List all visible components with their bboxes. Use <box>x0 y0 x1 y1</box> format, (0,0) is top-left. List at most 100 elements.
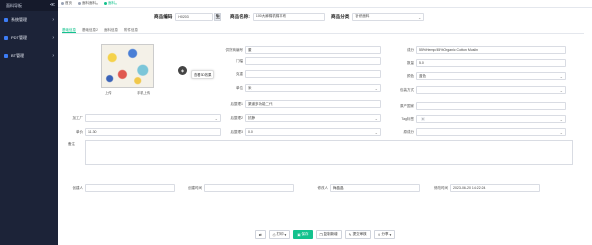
category-group: 商品分类 针织面料 ⌄ <box>331 12 425 21</box>
chevron-down-icon: ⌄ <box>374 130 378 135</box>
origin-input[interactable] <box>416 102 566 110</box>
process1-input[interactable]: 渠道多功能二代 <box>245 100 381 108</box>
code-input[interactable]: H0203 <box>175 12 214 21</box>
copy-new-button[interactable]: ❐ 复制新增 <box>315 230 342 239</box>
print-button[interactable]: ⎙ 打印 ▾ <box>268 230 291 239</box>
code-label: 商品编码 <box>154 13 173 19</box>
field-label: 单位 <box>236 85 243 90</box>
field-label: 原成分 <box>403 129 415 134</box>
chevron-down-icon: ⌄ <box>559 74 563 79</box>
sidebar-brand: 面料导板 ≪ <box>0 0 58 11</box>
field-label: 加工厂 <box>72 115 84 120</box>
field-price: 单价 11.30 <box>58 128 221 136</box>
field-label: 单价 <box>76 129 83 134</box>
name-input[interactable]: 100大麻棉机棉平布 <box>252 12 325 21</box>
tab-attachment[interactable]: 附件信息 <box>124 28 138 33</box>
ingredient-select[interactable]: ⌄ <box>416 128 566 136</box>
field-composition: 成分 55%Hemp/45%Organic Cotton Muslin <box>384 46 566 54</box>
code-group: 商品编码 H0203 生 <box>154 12 222 21</box>
doc-icon <box>104 2 108 5</box>
field-label: 修改人 <box>317 185 329 190</box>
creator-input[interactable] <box>85 184 175 192</box>
create-time-input[interactable] <box>204 184 294 192</box>
modifier-input[interactable]: 梅晶晶 <box>330 184 420 192</box>
price-input[interactable]: 11.30 <box>85 128 221 136</box>
generate-button[interactable]: 生 <box>214 12 222 21</box>
tab-basic2[interactable]: 基础信息2 <box>82 28 98 33</box>
field-modifier: 修改人 梅晶晶 <box>294 184 420 192</box>
print-label: 打印 <box>276 232 284 236</box>
submit-review-button[interactable]: ✎ 提交审核 <box>344 230 371 239</box>
field-create-time: 创建时间 <box>178 184 294 192</box>
tag-chip[interactable]: x <box>421 117 425 121</box>
sidebar-item-label: 系统管理 <box>11 17 27 22</box>
phone-upload-button[interactable]: 手机上传 <box>137 90 150 95</box>
tab-fabric-list[interactable]: 面料面料 × <box>78 1 98 6</box>
refresh-icon: ⇄ <box>258 232 262 237</box>
sidebar-item-bt[interactable]: BT管理 › <box>0 47 58 65</box>
field-label: 数量 <box>407 60 414 65</box>
packing-select[interactable]: ⌄ <box>416 86 566 94</box>
field-label: Tag标签 <box>401 116 414 121</box>
field-factory: 加工厂 ⌄ <box>58 114 221 122</box>
save-icon: ▣ <box>297 232 301 237</box>
sidebar-item-system[interactable]: 系统管理 › <box>0 11 58 29</box>
copy-icon: ❐ <box>319 232 323 237</box>
chevron-down-icon: ⌄ <box>559 130 563 135</box>
fabric-photo[interactable] <box>101 44 154 88</box>
tab-label: 首页 <box>65 1 72 5</box>
process2-value: 抗静 <box>248 115 255 120</box>
field-modify-time: 修改时间 2023-06-20 14:22:24 <box>424 184 540 192</box>
category-select[interactable]: 针织面料 ⌄ <box>352 12 425 21</box>
tag-select[interactable]: x ⌄ <box>416 115 566 123</box>
field-origin: 原产国家 <box>384 102 566 110</box>
field-label: 修改时间 <box>434 185 448 190</box>
tab-home[interactable]: 首页 <box>61 1 72 6</box>
field-color: 颜色 蓝色 ⌄ <box>384 72 566 80</box>
field-label: 门幅 <box>236 58 243 63</box>
3d-cube-icon[interactable]: ◈ <box>178 66 187 75</box>
chevron-right-icon: › <box>52 35 54 41</box>
width-input[interactable] <box>245 57 381 65</box>
tab-label: 面料 <box>108 1 116 5</box>
process2-select[interactable]: 抗静 ⌄ <box>245 114 381 122</box>
weight-input[interactable] <box>245 70 381 78</box>
field-weight: 克重 <box>198 70 381 78</box>
unit-select[interactable]: 米 ⌄ <box>245 84 381 92</box>
refresh-button[interactable]: ⇄ <box>254 230 266 239</box>
process3-select[interactable]: 0.0 ⌄ <box>245 128 381 136</box>
notes-textarea[interactable] <box>85 140 573 165</box>
field-label: 创建人 <box>72 185 84 190</box>
tab-fabric-detail[interactable]: 面料 × <box>104 1 117 6</box>
field-label: 克重 <box>236 71 243 76</box>
chevron-down-icon: ⌄ <box>374 116 378 121</box>
upload-button[interactable]: 上传 <box>105 90 112 95</box>
field-label: 创建时间 <box>188 185 202 190</box>
composition-input[interactable]: 55%Hemp/45%Organic Cotton Muslin <box>416 46 566 54</box>
field-width: 门幅 <box>198 57 381 65</box>
unit-value: 米 <box>248 85 252 90</box>
share-label: 分享 <box>381 232 389 236</box>
page-tabs: 首页 面料面料 × 面料 × <box>58 0 592 8</box>
field-tag: Tag标签 x ⌄ <box>384 115 566 123</box>
modify-time-input[interactable]: 2023-06-20 14:22:24 <box>450 184 540 192</box>
tab-fabric[interactable]: 面料信息 <box>104 28 118 33</box>
fold-icon[interactable]: ≪ <box>50 2 55 8</box>
category-value: 针织面料 <box>355 14 370 18</box>
share-button[interactable]: ⇪ 分享 ▾ <box>373 230 396 239</box>
field-label: 原产国家 <box>400 103 414 108</box>
tab-basic[interactable]: 基础信息 <box>62 28 76 33</box>
sidebar-item-pdt[interactable]: PDT管理 › <box>0 29 58 47</box>
field-ingredient: 原成分 ⌄ <box>384 128 566 136</box>
field-process2: 后整理2 抗静 ⌄ <box>198 114 381 122</box>
supplier-no-input[interactable]: 董 <box>245 46 381 54</box>
factory-select[interactable]: ⌄ <box>85 114 221 122</box>
list-icon <box>78 2 81 5</box>
quantity-input[interactable]: 5.0 <box>416 59 566 67</box>
field-label: 颜色 <box>407 73 414 78</box>
color-select[interactable]: 蓝色 ⌄ <box>416 72 566 80</box>
chevron-down-icon: ⌄ <box>559 88 563 93</box>
chevron-down-icon: ⌄ <box>374 86 378 91</box>
field-packing: 包装方式 ⌄ <box>384 86 566 94</box>
save-button[interactable]: ▣ 保存 <box>293 230 313 239</box>
